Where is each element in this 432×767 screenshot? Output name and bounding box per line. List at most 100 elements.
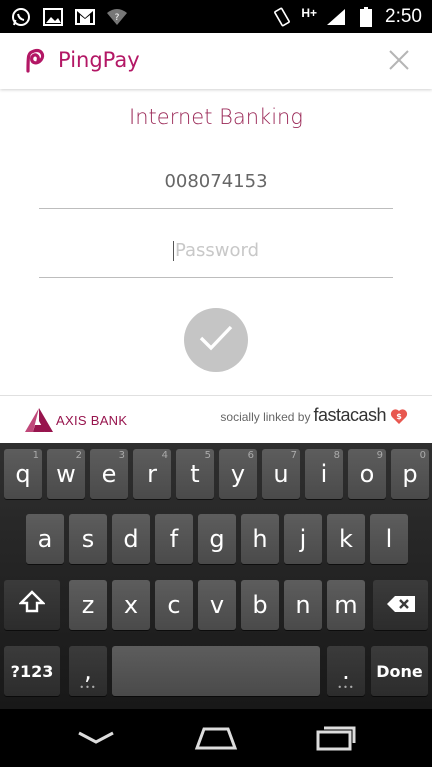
fastacash-badge-icon: $ — [390, 407, 408, 425]
key-y-label: y — [230, 460, 246, 488]
key-s-label: s — [81, 525, 95, 553]
key-g-label: g — [209, 525, 225, 553]
customer-id-value: 008074153 — [164, 171, 268, 192]
text-cursor — [172, 241, 174, 261]
partner-name: fastacash — [313, 405, 386, 425]
key-u-hint: 7 — [290, 450, 297, 461]
key-q-hint: 1 — [32, 450, 39, 461]
powered-by-label: socially linked by — [220, 410, 311, 424]
key-i-hint: 8 — [333, 450, 340, 461]
backspace-icon — [386, 591, 416, 619]
signal-icon — [325, 6, 347, 28]
close-icon[interactable] — [388, 49, 410, 71]
key-u-label: u — [273, 460, 289, 488]
key-t-label: t — [190, 460, 200, 488]
home-icon[interactable] — [192, 723, 240, 753]
shift-key[interactable] — [4, 580, 60, 630]
key-m-label: m — [334, 591, 358, 619]
key-o-hint: 9 — [376, 450, 383, 461]
key-k-label: k — [339, 525, 353, 553]
key-i-label: i — [320, 460, 328, 488]
key-c[interactable]: c — [155, 580, 193, 630]
key-f[interactable]: f — [155, 514, 193, 564]
key-w-label: w — [56, 460, 76, 488]
key-z[interactable]: z — [69, 580, 107, 630]
key-w[interactable]: w2 — [47, 449, 85, 499]
key-d[interactable]: d — [112, 514, 150, 564]
customer-id-field[interactable]: 008074153 — [39, 171, 393, 209]
symbols-key[interactable]: ?123 — [4, 646, 60, 696]
key-l-label: l — [385, 525, 393, 553]
key-a-label: a — [37, 525, 53, 553]
recents-icon[interactable] — [312, 723, 360, 753]
key-r[interactable]: r4 — [133, 449, 171, 499]
soft-keyboard: q 1 w 2 e 3 r 4 t 5 y 6 u 7 i 8 o 9 p 0 a s d f g h j k l z x c v b n m ?123… — [0, 443, 432, 709]
key-t[interactable]: t5 — [176, 449, 214, 499]
key-q[interactable]: q1 — [4, 449, 42, 499]
key-g[interactable]: g — [198, 514, 236, 564]
key-d-label: d — [123, 525, 139, 553]
axis-bank-logo-icon — [25, 408, 53, 432]
submit-button[interactable] — [184, 308, 248, 372]
key-p-label: p — [402, 460, 418, 488]
period-key[interactable]: . ••• — [327, 646, 365, 696]
done-key[interactable]: Done — [371, 646, 428, 696]
page-title: Internet Banking — [129, 105, 303, 129]
key-u[interactable]: u7 — [262, 449, 300, 499]
key-j[interactable]: j — [284, 514, 322, 564]
image-icon — [42, 6, 64, 28]
battery-icon — [355, 6, 377, 28]
key-k[interactable]: k — [327, 514, 365, 564]
key-s[interactable]: s — [69, 514, 107, 564]
comma-more-dots: ••• — [79, 683, 97, 692]
key-x[interactable]: x — [112, 580, 150, 630]
key-v[interactable]: v — [198, 580, 236, 630]
pingpay-logo-icon — [22, 45, 48, 77]
gmail-icon — [74, 6, 96, 28]
key-h[interactable]: h — [241, 514, 279, 564]
powered-by-text: socially linked by fastacash — [220, 405, 386, 426]
comma-key[interactable]: , ••• — [69, 646, 107, 696]
key-r-label: r — [147, 460, 157, 488]
key-e-hint: 3 — [118, 450, 125, 461]
key-c-label: c — [167, 591, 181, 619]
key-r-hint: 4 — [161, 450, 168, 461]
space-key[interactable] — [112, 646, 320, 696]
key-x-label: x — [123, 591, 139, 619]
period-more-dots: ••• — [337, 683, 355, 692]
key-t-hint: 5 — [204, 450, 211, 461]
key-p-hint: 0 — [419, 450, 426, 461]
app-bar: PingPay — [0, 33, 432, 89]
svg-text:$: $ — [396, 412, 402, 421]
key-h-label: h — [252, 525, 268, 553]
key-b[interactable]: b — [241, 580, 279, 630]
key-f-label: f — [169, 525, 179, 553]
key-l[interactable]: l — [370, 514, 408, 564]
key-y-hint: 6 — [247, 450, 254, 461]
shift-icon — [18, 589, 46, 621]
key-y[interactable]: y6 — [219, 449, 257, 499]
pingpay-screen: PingPay Internet Banking 008074153 Passw… — [0, 33, 432, 443]
clock: 2:50 — [385, 6, 422, 27]
status-bar: ? H+ 2:50 — [0, 0, 432, 33]
wifi-question-icon: ? — [106, 6, 128, 28]
comma-key-label: , — [84, 657, 92, 685]
key-o[interactable]: o9 — [348, 449, 386, 499]
key-z-label: z — [81, 591, 95, 619]
key-w-hint: 2 — [75, 450, 82, 461]
key-m[interactable]: m — [327, 580, 365, 630]
key-n[interactable]: n — [284, 580, 322, 630]
backspace-key[interactable] — [373, 580, 428, 630]
key-v-label: v — [209, 591, 225, 619]
symbols-key-label: ?123 — [10, 661, 54, 681]
password-field[interactable]: Password — [39, 240, 393, 278]
done-key-label: Done — [376, 661, 423, 681]
key-p[interactable]: p0 — [391, 449, 429, 499]
whatsapp-icon — [10, 6, 32, 28]
network-type: H+ — [301, 6, 318, 20]
back-icon[interactable] — [72, 723, 120, 753]
bank-name: AXIS BANK — [56, 413, 128, 428]
key-e[interactable]: e3 — [90, 449, 128, 499]
key-i[interactable]: i8 — [305, 449, 343, 499]
key-a[interactable]: a — [26, 514, 64, 564]
